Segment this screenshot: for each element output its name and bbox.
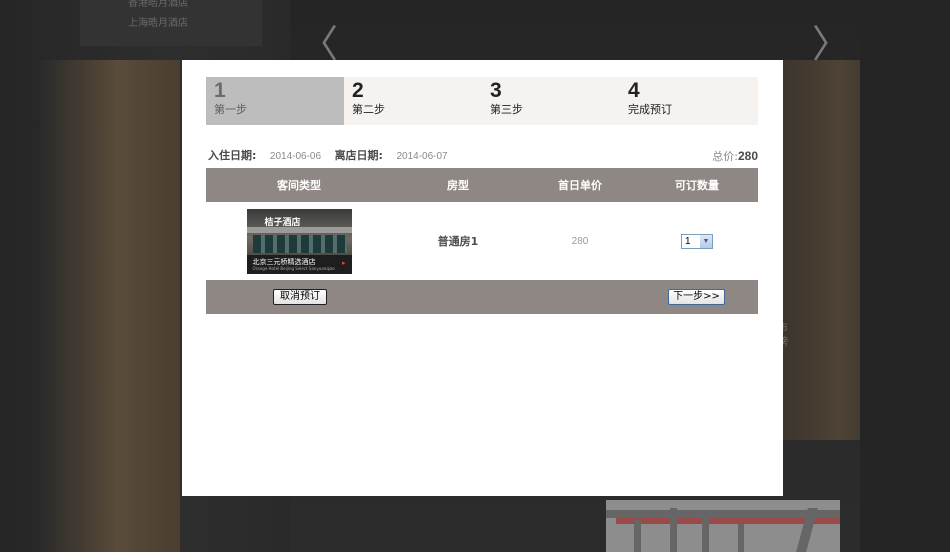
step-label: 完成预订: [628, 103, 672, 116]
step-2: 2 第二步: [344, 77, 482, 125]
step-label: 第一步: [214, 103, 247, 116]
background-menu-item: 上海晧月酒店: [128, 18, 188, 29]
column-header-quantity: 可订数量: [675, 179, 719, 192]
table-row: 桔子酒店 北京三元桥精选酒店 Orange Hotel Beijing Sele…: [206, 202, 758, 280]
total-value: 280: [737, 149, 758, 163]
background-hotel-menu: 香港晧月酒店 上海晧月酒店: [80, 0, 262, 46]
hotel-photo[interactable]: 桔子酒店 北京三元桥精选酒店 Orange Hotel Beijing Sele…: [246, 208, 352, 274]
next-step-button[interactable]: 下一步>>: [668, 289, 725, 305]
carousel-prev-arrow-icon: 〈: [300, 22, 339, 66]
step-label: 第三步: [490, 103, 523, 116]
checkout-label: 离店日期:: [334, 149, 383, 162]
total-price: 总价:280: [712, 148, 758, 165]
checkout-date: 2014-06-07: [396, 151, 448, 162]
background-map: [606, 500, 840, 552]
step-3: 3 第三步: [482, 77, 620, 125]
table-header: 客间类型 房型 首日单价 可订数量: [206, 168, 758, 202]
stay-dates: 入住日期: 2014-06-06 离店日期: 2014-06-07 总价:280: [208, 148, 758, 164]
play-arrow-icon: ▸: [341, 258, 346, 267]
room-type: 普通房1: [437, 235, 479, 248]
room-price: 280: [571, 235, 589, 247]
chevron-down-icon: ▼: [700, 234, 712, 248]
booking-steps: 1 第一步 2 第二步 3 第三步 4 完成预订: [206, 77, 758, 125]
total-label: 总价:: [712, 150, 738, 163]
quantity-select[interactable]: 1 ▼: [681, 233, 713, 249]
table-footer: 取消预订 下一步>>: [206, 280, 758, 314]
step-number: 3: [490, 79, 502, 102]
checkin-label: 入住日期:: [208, 149, 257, 162]
checkin-date: 2014-06-06: [269, 151, 322, 162]
step-number: 2: [352, 79, 364, 102]
background-menu-item: 香港晧月酒店: [128, 0, 188, 9]
room-table: 客间类型 房型 首日单价 可订数量 桔子酒店 北京三元桥精选酒店 Orange …: [206, 168, 758, 314]
background-hotel-photo: [40, 60, 180, 552]
booking-modal: 1 第一步 2 第二步 3 第三步 4 完成预订 入住日期: 2014-06-0…: [182, 60, 783, 496]
background-right-edge: [860, 0, 950, 552]
room-image-cell: 桔子酒店 北京三元桥精选酒店 Orange Hotel Beijing Sele…: [206, 208, 392, 274]
step-label: 第二步: [352, 103, 385, 116]
carousel-next-arrow-icon: 〉: [812, 22, 851, 66]
step-number: 1: [214, 79, 226, 102]
quantity-value: 1: [685, 235, 691, 247]
cancel-booking-button[interactable]: 取消预订: [273, 289, 327, 305]
quantity-cell: 1 ▼: [636, 233, 758, 249]
step-number: 4: [628, 79, 640, 102]
column-header-room-category: 客间类型: [277, 179, 321, 192]
hotel-photo-subcaption: Orange Hotel Beijing Select Sanyuanqiao: [252, 265, 335, 271]
step-1: 1 第一步: [206, 77, 344, 125]
column-header-first-day-price: 首日单价: [558, 179, 602, 192]
column-header-room-type: 房型: [447, 179, 469, 192]
step-4: 4 完成预订: [620, 77, 758, 125]
